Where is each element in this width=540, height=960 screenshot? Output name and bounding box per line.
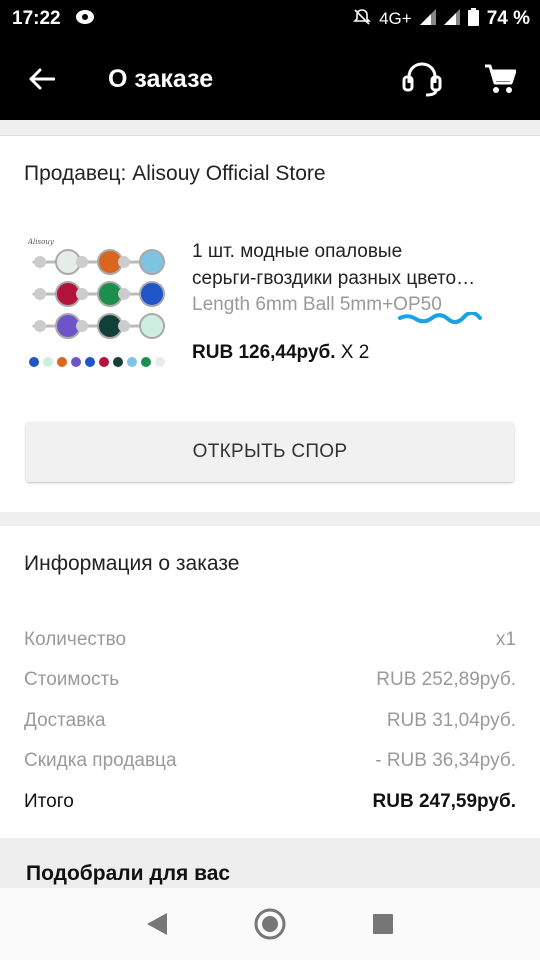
open-dispute-button[interactable]: ОТКРЫТЬ СПОР — [26, 422, 514, 482]
info-value: RUB 252,89руб. — [376, 669, 516, 690]
product-title-line1: 1 шт. модные опаловые — [192, 241, 403, 262]
info-row-delivery: Доставка RUB 31,04руб. — [24, 710, 516, 732]
page-title: О заказе — [108, 64, 214, 93]
total-label: Итого — [24, 791, 74, 812]
product-price: RUB 126,44руб. X 2 — [192, 342, 369, 364]
info-label: Скидка продавца — [24, 750, 177, 771]
battery-icon — [467, 7, 479, 31]
mute-icon — [353, 8, 372, 31]
circle-home-icon — [254, 908, 286, 940]
nav-recents-button[interactable] — [363, 904, 403, 944]
headset-icon — [402, 62, 442, 97]
info-row-total: Итого RUB 247,59руб. — [24, 791, 516, 813]
notification-icon — [75, 9, 95, 30]
seller-name[interactable]: Продавец: Alisouy Official Store — [24, 162, 326, 186]
info-row-discount: Скидка продавца - RUB 36,34руб. — [24, 750, 516, 772]
total-value: RUB 247,59руб. — [372, 791, 517, 812]
system-nav-bar — [0, 888, 540, 960]
nav-back-button[interactable] — [137, 904, 177, 944]
info-row-quantity: Количество x1 — [24, 629, 516, 651]
recommendations-section: Подобрали для вас — [0, 840, 540, 888]
triangle-back-icon — [146, 913, 167, 935]
square-recents-icon — [373, 914, 394, 934]
cart-button[interactable] — [478, 57, 522, 101]
scribble-annotation — [398, 312, 482, 324]
quantity: X 2 — [335, 342, 370, 363]
order-info-card: Информация о заказе Количество x1 Стоимо… — [0, 526, 540, 838]
order-info-title: Информация о заказе — [24, 552, 240, 575]
info-value: x1 — [495, 629, 516, 650]
product-title-line2: серьги-гвоздики разных цвето… — [192, 268, 476, 289]
signal-icon — [443, 8, 460, 30]
battery-level: 74 % — [486, 8, 530, 29]
wifi-icon — [419, 8, 436, 30]
support-button[interactable] — [400, 57, 444, 101]
app-bar: О заказе — [0, 38, 540, 120]
status-bar: 17:22 4G+ 74 % — [0, 0, 540, 38]
order-card: Продавец: Alisouy Official Store Alisouy — [0, 136, 540, 512]
arrow-left-icon — [29, 68, 55, 90]
status-time: 17:22 — [12, 8, 61, 29]
recommendations-title: Подобрали для вас — [26, 862, 231, 885]
info-value: RUB 31,04руб. — [386, 710, 516, 731]
network-label: 4G+ — [379, 9, 412, 28]
top-divider — [0, 120, 540, 136]
info-label: Доставка — [24, 710, 106, 731]
svg-text:Alisouy: Alisouy — [27, 238, 55, 246]
cart-icon — [485, 64, 516, 93]
info-label: Стоимость — [24, 669, 120, 690]
info-value: - RUB 36,34руб. — [375, 750, 516, 771]
info-label: Количество — [24, 629, 127, 650]
product-image[interactable]: Alisouy — [24, 234, 170, 380]
product-title[interactable]: 1 шт. модные опаловые серьги-гвоздики ра… — [192, 238, 522, 292]
unit-price: RUB 126,44руб. — [192, 342, 336, 363]
nav-home-button[interactable] — [250, 904, 290, 944]
back-button[interactable] — [22, 59, 62, 99]
info-row-cost: Стоимость RUB 252,89руб. — [24, 669, 516, 691]
